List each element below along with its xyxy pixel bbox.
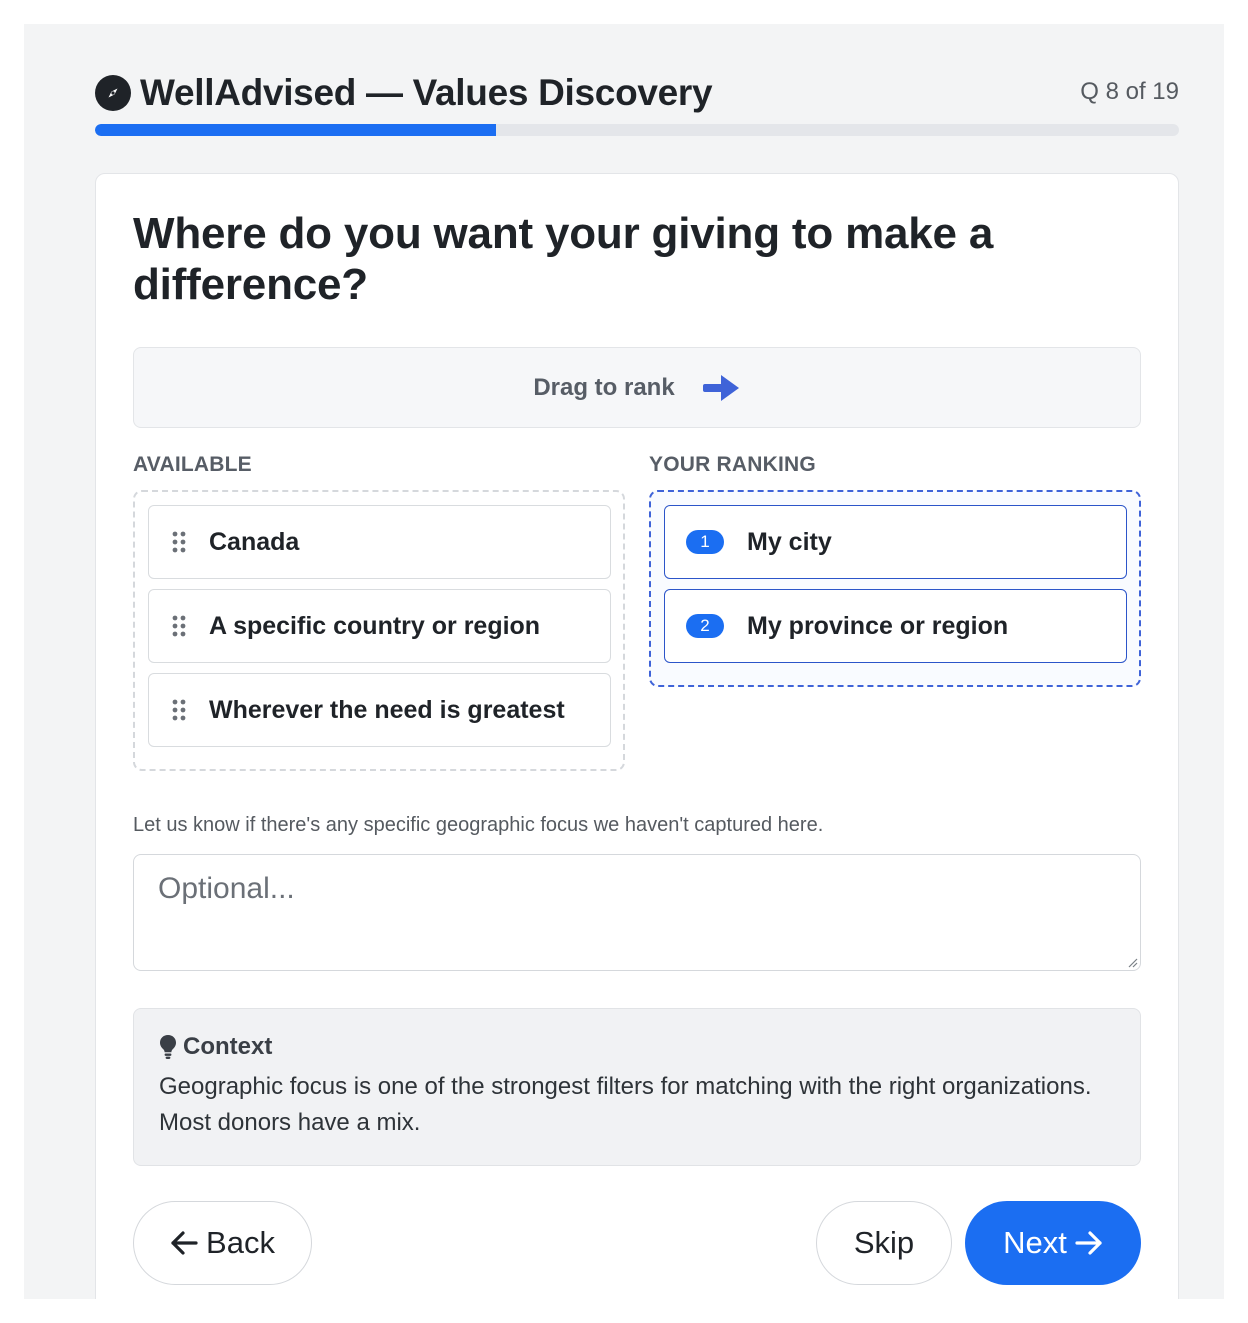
context-title: Context (183, 1033, 273, 1060)
compass-icon (95, 75, 131, 111)
drag-handle-icon[interactable] (171, 699, 187, 721)
ranked-item-my-province[interactable]: 2 My province or region (664, 589, 1127, 663)
back-button[interactable]: Back (133, 1201, 312, 1285)
question-card: Where do you want your giving to make a … (95, 173, 1179, 1299)
rank-badge: 2 (686, 614, 724, 638)
context-body: Geographic focus is one of the strongest… (159, 1073, 1092, 1136)
available-item-greatest-need[interactable]: Wherever the need is greatest (148, 673, 611, 747)
arrow-left-icon (171, 1231, 198, 1255)
available-item-specific-country[interactable]: A specific country or region (148, 589, 611, 663)
question-counter: Q 8 of 19 (1080, 78, 1179, 105)
app-title: WellAdvised — Values Discovery (140, 72, 713, 113)
next-button[interactable]: Next (965, 1201, 1141, 1285)
header: WellAdvised — Values Discovery Q 8 of 19 (95, 72, 1179, 114)
skip-button-label: Skip (853, 1225, 915, 1260)
ranked-item-my-city[interactable]: 1 My city (664, 505, 1127, 579)
rank-badge: 1 (686, 530, 724, 554)
lightbulb-icon (160, 1035, 176, 1059)
progress-fill (95, 124, 497, 136)
question-title: Where do you want your giving to make a … (133, 209, 994, 309)
ranking-label: YOUR RANKING (649, 453, 816, 476)
available-label: AVAILABLE (133, 453, 252, 476)
ranking-list[interactable]: 1 My city 2 My province or region (649, 490, 1141, 687)
arrow-right-icon (1075, 1231, 1102, 1255)
progress-bar (95, 124, 1179, 136)
app-frame: WellAdvised — Values Discovery Q 8 of 19… (24, 24, 1224, 1299)
drag-handle-icon[interactable] (171, 615, 187, 637)
available-item-label: A specific country or region (209, 611, 541, 640)
skip-button[interactable]: Skip (816, 1201, 952, 1285)
geographic-note: Let us know if there's any specific geog… (133, 814, 824, 836)
available-item-canada[interactable]: Canada (148, 505, 611, 579)
drag-hint-label: Drag to rank (533, 373, 675, 401)
context-panel: Context Geographic focus is one of the s… (133, 1008, 1141, 1166)
back-button-label: Back (206, 1225, 275, 1260)
ranked-item-label: My province or region (747, 611, 1009, 640)
ranked-item-label: My city (747, 527, 832, 556)
context-header: Context (159, 1033, 272, 1061)
available-item-label: Wherever the need is greatest (209, 695, 565, 724)
brand: WellAdvised — Values Discovery (95, 72, 713, 114)
next-button-label: Next (1003, 1225, 1067, 1260)
available-list: Canada A specific country or region Wher… (133, 490, 625, 771)
drag-hint: Drag to rank (133, 347, 1141, 428)
resize-handle-icon[interactable] (1126, 956, 1138, 968)
arrow-right-icon (702, 374, 739, 401)
drag-handle-icon[interactable] (171, 531, 187, 553)
available-item-label: Canada (209, 527, 300, 556)
geographic-focus-input[interactable] (133, 854, 1141, 971)
